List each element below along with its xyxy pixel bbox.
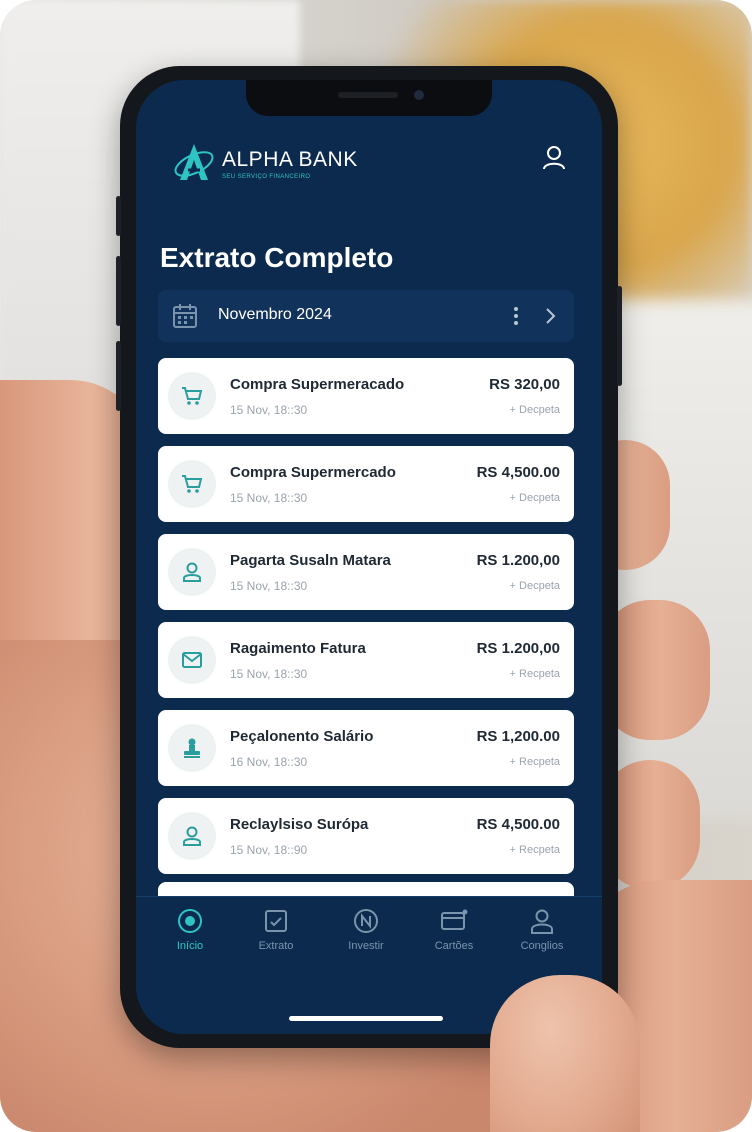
transaction-amount: RS 1.200,00 [476,552,560,569]
cart-icon [182,475,203,493]
transaction-amount: RS 320,00 [489,376,560,393]
page-title: Extrato Completo [160,242,394,273]
profile-icon [531,909,553,934]
transaction-title: Peçalonento Salário [230,728,374,745]
volume-down-button [116,341,121,411]
stamp-icon [184,738,200,758]
transaction-card[interactable]: Peçalonento Salário 16 Nov, 18::30 RS 1,… [158,710,574,786]
home-icon [178,909,202,933]
transaction-icon-wrap [168,812,216,860]
nav-label: Cartões [434,940,474,952]
front-camera [414,90,424,100]
transaction-card[interactable]: Pagarta Susaln Matara 15 Nov, 18::30 RS … [158,534,574,610]
phone-screen: ALPHA BANK SEU SERVIÇO FINANCEIRO Extrat… [136,80,602,1034]
more-options-icon[interactable] [510,304,522,328]
transaction-title: Reclaylsiso Surópa [230,816,369,833]
transaction-date: 15 Nov, 18::30 [230,579,308,593]
transaction-date: 15 Nov, 18::30 [230,491,308,505]
volume-up-button [116,256,121,326]
nav-label: Conglios [520,940,564,952]
transaction-date: 15 Nov, 18::30 [230,667,308,681]
brand-tagline: SEU SERVIÇO FINANCEIRO [222,174,311,180]
card-icon [441,909,468,930]
transaction-title: Ragaimento Fatura [230,640,366,657]
notch [246,80,492,116]
month-selector[interactable]: Novembro 2024 [158,290,574,342]
nav-statement[interactable]: Extrato [236,907,316,952]
transaction-amount: RS 1.200,00 [476,640,560,657]
transaction-list: Compra Supermeracado 15 Nov, 18::30 RS 3… [158,358,574,886]
power-button [617,286,622,386]
transaction-icon-wrap [168,548,216,596]
profile-icon[interactable] [538,142,570,174]
right-thumb [490,975,640,1132]
transaction-title: Pagarta Susaln Matara [230,552,391,569]
transaction-type: + Decpeta [509,580,560,592]
nav-cards[interactable]: Cartões [414,907,494,952]
nav-profile[interactable]: Conglios [502,907,582,952]
brand-name: ALPHA BANK [222,148,358,171]
nav-home[interactable]: Início [150,907,230,952]
transaction-icon-wrap [168,724,216,772]
transaction-card[interactable]: Compra Supermercado 15 Nov, 18::30 RS 4,… [158,446,574,522]
invest-icon [354,909,378,933]
nav-invest[interactable]: Investir [326,907,406,952]
user-icon [183,562,201,582]
transaction-icon-wrap [168,372,216,420]
transaction-type: + Decpeta [509,492,560,504]
cart-icon [182,387,203,405]
transaction-icon-wrap [168,636,216,684]
transaction-date: 16 Nov, 18::30 [230,755,308,769]
transaction-date: 15 Nov, 18::30 [230,403,308,417]
phone-device: ALPHA BANK SEU SERVIÇO FINANCEIRO Extrat… [116,66,622,1048]
transaction-amount: RS 4,500.00 [476,816,560,833]
transaction-title: Compra Supermeracado [230,376,405,393]
user-icon [183,826,201,846]
nav-label: Investir [348,940,384,952]
transaction-amount: RS 4,500.00 [476,464,560,481]
transaction-date: 15 Nov, 18::90 [230,843,308,857]
transaction-type: + Recpeta [509,756,560,768]
envelope-icon [182,652,202,668]
transaction-card[interactable]: Ragaimento Fatura 15 Nov, 18::30 RS 1.20… [158,622,574,698]
transaction-type: + Recpeta [509,668,560,680]
mute-switch [116,196,121,236]
chevron-right-icon[interactable] [540,304,560,328]
home-indicator[interactable] [289,1016,443,1021]
month-label: Novembro 2024 [218,306,332,323]
nav-label: Início [176,940,204,952]
transaction-type: + Decpeta [509,404,560,416]
transaction-type: + Recpeta [509,844,560,856]
nav-label: Extrato [258,940,294,952]
transaction-card[interactable]: Reclaylsiso Surópa 15 Nov, 18::90 RS 4,5… [158,798,574,874]
alpha-logo-icon [174,144,214,180]
statement-icon [265,910,287,932]
background-photo: ALPHA BANK SEU SERVIÇO FINANCEIRO Extrat… [0,0,752,1132]
transaction-title: Compra Supermercado [230,464,396,481]
transaction-icon-wrap [168,460,216,508]
calendar-icon [173,304,197,328]
transaction-amount: RS 1,200.00 [476,728,560,745]
speaker [338,92,398,98]
transaction-card[interactable]: Compra Supermeracado 15 Nov, 18::30 RS 3… [158,358,574,434]
